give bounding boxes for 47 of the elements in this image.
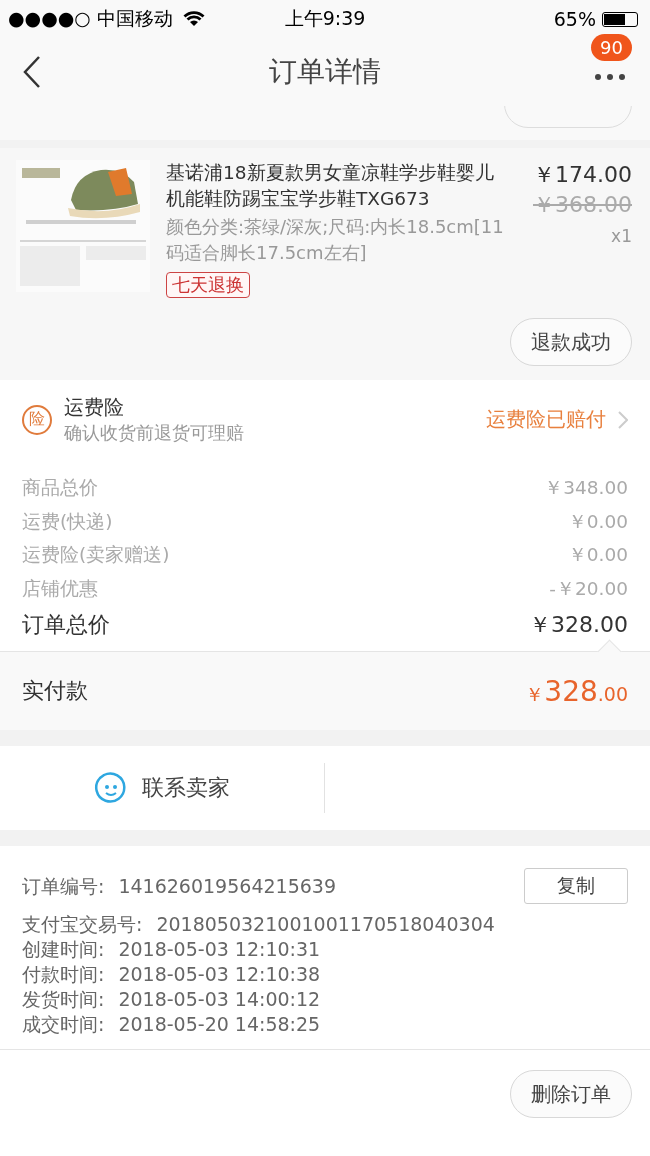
price-value: ￥0.00 xyxy=(567,509,628,534)
notification-badge: 90 xyxy=(591,34,632,61)
info-value: 2018-05-03 12:10:31 xyxy=(118,937,321,962)
info-value: 2018-05-03 12:10:38 xyxy=(118,962,321,987)
insurance-icon: 险 xyxy=(22,404,52,435)
chat-face-icon xyxy=(94,771,128,805)
quantity: x1 xyxy=(611,226,632,246)
info-value: 2018050321001001170518040304 xyxy=(156,912,495,937)
delete-order-button[interactable]: 删除订单 xyxy=(510,1070,632,1118)
carrier-name: ●●●●○ 中国移动 xyxy=(8,6,173,31)
info-value: 2018-05-20 14:58:25 xyxy=(118,1012,321,1037)
total-value: ￥328.00 xyxy=(529,611,628,639)
info-label: 付款时间: xyxy=(22,962,105,987)
price-value: -￥20.00 xyxy=(549,576,628,601)
info-label: 创建时间: xyxy=(22,937,105,962)
wifi-icon xyxy=(182,11,205,27)
info-label: 订单编号: xyxy=(22,873,105,899)
insurance-title: 运费险 xyxy=(64,394,125,421)
info-label: 成交时间: xyxy=(22,1012,105,1037)
total-label: 订单总价 xyxy=(22,611,110,639)
return-policy-tag: 七天退换 xyxy=(166,272,250,298)
chevron-right-icon xyxy=(618,410,628,429)
price-label: 店铺优惠 xyxy=(22,576,98,601)
info-value: 2018-05-03 14:00:12 xyxy=(118,987,321,1012)
original-price: ￥368.00 xyxy=(533,191,632,219)
back-icon[interactable] xyxy=(22,55,42,89)
battery-percent: 65% xyxy=(553,8,596,30)
page-title: 订单详情 xyxy=(269,54,381,90)
clock-time: 上午9:39 xyxy=(284,6,366,31)
info-label: 发货时间: xyxy=(22,987,105,1012)
info-label: 支付宝交易号: xyxy=(22,912,143,937)
paid-label: 实付款 xyxy=(22,677,88,705)
paid-amount: ￥328.00 xyxy=(525,674,628,708)
price-label: 运费险(卖家赠送) xyxy=(22,543,170,567)
copy-button[interactable]: 复制 xyxy=(524,868,628,904)
product-title[interactable]: 基诺浦18新夏款男女童凉鞋学步鞋婴儿机能鞋防踢宝宝学步鞋TXG673 xyxy=(166,160,506,212)
more-icon[interactable] xyxy=(594,73,626,81)
refund-status-button[interactable]: 退款成功 xyxy=(510,318,632,366)
product-price: ￥174.00 xyxy=(533,161,632,189)
info-value: 141626019564215639 xyxy=(118,873,336,899)
price-label: 运费(快递) xyxy=(22,509,113,534)
price-label: 商品总价 xyxy=(22,476,98,500)
battery-icon xyxy=(602,11,638,27)
insurance-description: 确认收货前退货可理赔 xyxy=(64,421,245,445)
price-value: ￥348.00 xyxy=(544,476,628,500)
product-variant: 颜色分类:茶绿/深灰;尺码:内长18.5cm[11码适合脚长17.5cm左右] xyxy=(166,215,505,265)
price-value: ￥0.00 xyxy=(567,543,628,567)
